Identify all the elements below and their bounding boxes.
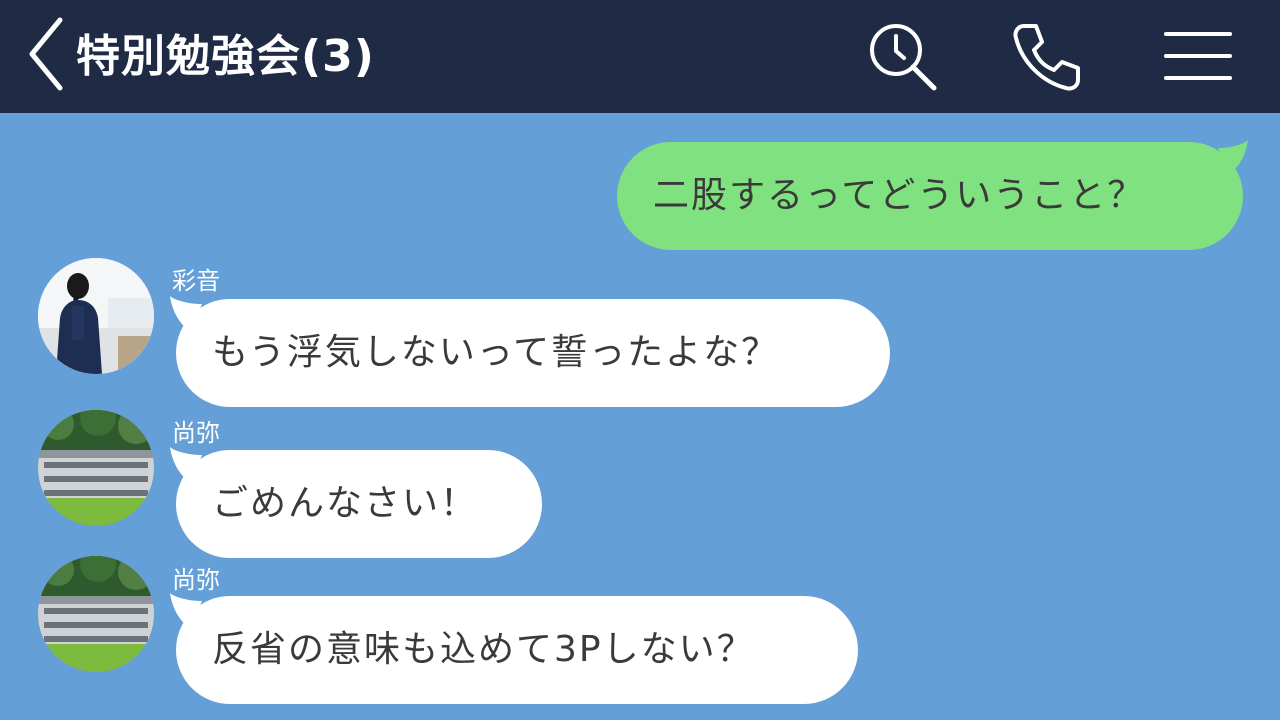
back-button[interactable] [22, 14, 72, 92]
bubble-tail [170, 447, 202, 483]
chevron-left-icon [29, 17, 63, 91]
avatar-ayane[interactable] [38, 258, 154, 374]
call-button[interactable] [1010, 20, 1082, 92]
chat-header: 特別勉強会(3) [0, 0, 1280, 113]
avatar-naoya[interactable] [38, 556, 154, 672]
search-button[interactable] [866, 20, 938, 92]
bubble-tail [170, 296, 202, 332]
message-text: ごめんなさい！ [212, 483, 479, 524]
chat-screen: 特別勉強会(3) 二股するってどういうこと？ 彩音 もう浮気しないって誓ったよな… [0, 0, 1280, 720]
message-bubble-received[interactable]: もう浮気しないって誓ったよな？ [176, 299, 890, 407]
message-bubble-sent[interactable]: 二股するってどういうこと？ [617, 142, 1243, 250]
sender-name: 尚弥 [172, 419, 220, 447]
bubble-tail [170, 593, 202, 629]
message-text: 反省の意味も込めて3Pしない？ [212, 629, 755, 670]
avatar-photo-woman [38, 258, 154, 374]
phone-icon [1013, 24, 1080, 91]
message-text: もう浮気しないって誓ったよな？ [212, 332, 780, 373]
avatar-photo-building [38, 410, 154, 526]
sender-name: 尚弥 [172, 566, 220, 594]
menu-button[interactable] [1162, 20, 1234, 92]
avatar-photo-building [38, 556, 154, 672]
avatar-naoya[interactable] [38, 410, 154, 526]
menu-icon [1164, 32, 1232, 80]
message-bubble-received[interactable]: 反省の意味も込めて3Pしない？ [176, 596, 858, 704]
sender-name: 彩音 [172, 267, 220, 295]
message-text: 二股するってどういうこと？ [653, 175, 1146, 216]
bubble-tail [1218, 140, 1248, 174]
message-bubble-received[interactable]: ごめんなさい！ [176, 450, 542, 558]
chat-title: 特別勉強会(3) [76, 31, 375, 82]
search-icon [870, 24, 937, 91]
